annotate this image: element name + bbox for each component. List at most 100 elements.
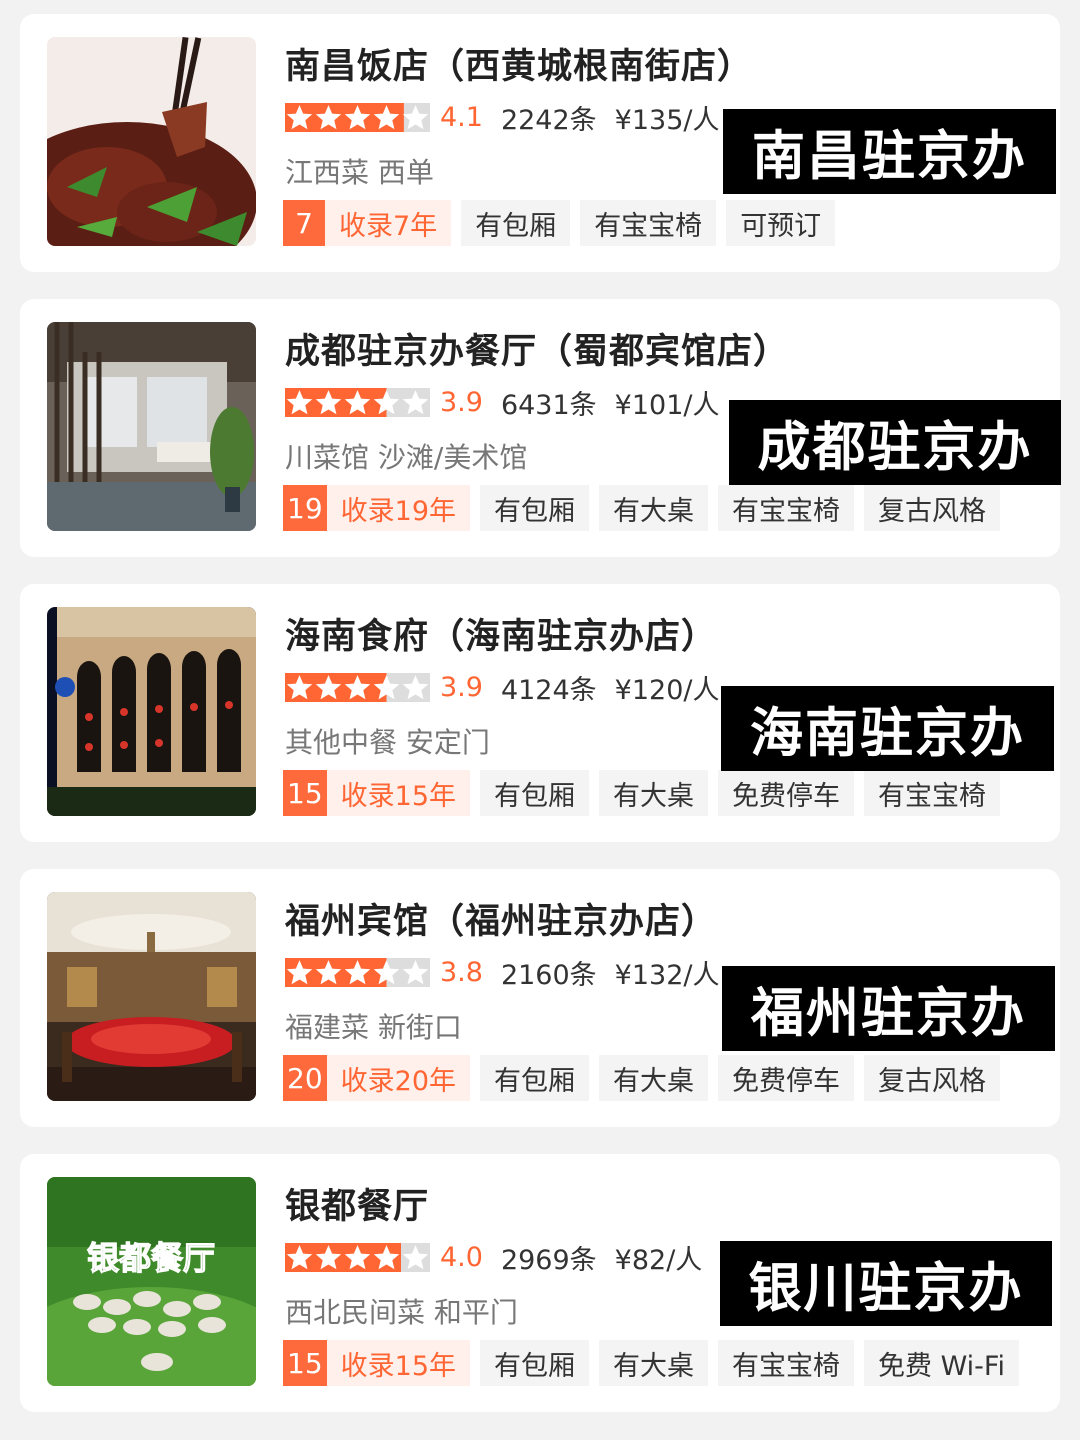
- rating-row: 4.0 2969条 ¥82/人: [285, 1240, 720, 1276]
- restaurant-photo[interactable]: [47, 322, 256, 531]
- star-icon: [343, 672, 372, 702]
- star-icon: [285, 957, 314, 987]
- review-count: 4124条: [500, 674, 597, 706]
- grassland-sheep-photo-icon: 银都餐厅: [47, 1177, 256, 1386]
- rating-row: 3.9 4124条 ¥120/人: [285, 670, 737, 706]
- star-icon: [401, 387, 430, 417]
- tag: 有宝宝椅: [718, 1340, 854, 1386]
- review-count: 2242条: [500, 104, 597, 136]
- listed-years-label: 收录20年: [340, 1065, 456, 1097]
- review-count: 6431条: [500, 389, 597, 421]
- tag: 复古风格: [864, 485, 1000, 531]
- listed-years-badge: 15 收录15年: [283, 770, 470, 816]
- category-location: 川菜馆 沙滩/美术馆: [285, 441, 528, 474]
- overlay-label: 成都驻京办: [729, 400, 1061, 485]
- star-rating: [285, 957, 430, 987]
- restaurant-photo[interactable]: [47, 892, 256, 1101]
- listed-years-badge: 15 收录15年: [283, 1340, 470, 1386]
- star-icon: [314, 957, 343, 987]
- category-location: 福建菜 新街口: [285, 1011, 462, 1044]
- star-rating: [285, 387, 430, 417]
- tag: 有包厢: [461, 200, 571, 246]
- star-icon: [372, 1242, 401, 1272]
- price-per-person: ¥101/人: [614, 389, 720, 421]
- star-icon: [372, 387, 401, 417]
- listed-years-badge: 20 收录20年: [283, 1055, 470, 1101]
- rating-score: 4.1: [440, 101, 483, 133]
- category-location: 江西菜 西单: [285, 156, 434, 189]
- restaurant-name[interactable]: 成都驻京办餐厅（蜀都宾馆店）: [285, 323, 789, 374]
- tag: 有包厢: [480, 485, 589, 531]
- listed-years-number: 19: [283, 485, 327, 531]
- star-icon: [285, 387, 314, 417]
- tag-list: 15 收录15年 有包厢 有大桌 免费停车 有宝宝椅: [283, 770, 1010, 816]
- rating-row: 4.1 2242条 ¥135/人: [285, 100, 737, 136]
- listed-years-label: 收录19年: [340, 495, 456, 527]
- listed-years-badge: 7 收录7年: [283, 200, 452, 246]
- price-per-person: ¥82/人: [614, 1244, 703, 1276]
- star-icon: [401, 1242, 430, 1272]
- tag: 免费 Wi-Fi: [864, 1340, 1019, 1386]
- tag-list: 19 收录19年 有包厢 有大桌 有宝宝椅 复古风格: [283, 485, 1010, 531]
- tag: 免费停车: [718, 1055, 854, 1101]
- listed-years-label: 收录15年: [340, 780, 456, 812]
- star-icon: [343, 102, 372, 132]
- listed-years-label: 收录7年: [339, 210, 438, 242]
- star-rating: [285, 1242, 430, 1272]
- star-icon: [372, 957, 401, 987]
- star-icon: [372, 672, 401, 702]
- interior-photo-icon: [47, 322, 256, 531]
- listed-years-badge: 19 收录19年: [283, 485, 470, 531]
- tag: 有包厢: [480, 770, 589, 816]
- listed-years-number: 15: [283, 770, 327, 816]
- overlay-label: 海南驻京办: [721, 686, 1054, 771]
- star-icon: [343, 387, 372, 417]
- price-per-person: ¥132/人: [614, 959, 720, 991]
- rating-score: 4.0: [440, 1241, 483, 1273]
- tag: 有包厢: [480, 1055, 589, 1101]
- star-icon: [343, 1242, 372, 1272]
- star-icon: [314, 672, 343, 702]
- tag: 有大桌: [599, 770, 708, 816]
- banquet-hall-photo-icon: [47, 892, 256, 1101]
- tag: 有大桌: [599, 1340, 708, 1386]
- listed-years-number: 15: [283, 1340, 327, 1386]
- price-per-person: ¥135/人: [614, 104, 720, 136]
- restaurant-name[interactable]: 海南食府（海南驻京办店）: [285, 608, 717, 659]
- star-icon: [401, 672, 430, 702]
- overlay-label: 福州驻京办: [722, 966, 1055, 1051]
- star-rating: [285, 102, 430, 132]
- rating-score: 3.8: [440, 956, 483, 988]
- star-icon: [401, 102, 430, 132]
- restaurant-photo[interactable]: 银都餐厅: [47, 1177, 256, 1386]
- restaurant-photo[interactable]: [47, 607, 256, 816]
- listed-years-number: 20: [283, 1055, 327, 1101]
- restaurant-name[interactable]: 福州宾馆（福州驻京办店）: [285, 893, 717, 944]
- tag: 可预订: [726, 200, 836, 246]
- star-icon: [372, 102, 401, 132]
- rating-row: 3.9 6431条 ¥101/人: [285, 385, 737, 421]
- star-rating: [285, 672, 430, 702]
- star-icon: [314, 102, 343, 132]
- restaurant-photo[interactable]: [47, 37, 256, 246]
- rating-score: 3.9: [440, 386, 483, 418]
- overlay-label: 南昌驻京办: [723, 109, 1056, 194]
- tag: 有包厢: [480, 1340, 589, 1386]
- restaurant-name[interactable]: 银都餐厅: [285, 1178, 429, 1229]
- tag: 有宝宝椅: [864, 770, 1000, 816]
- tag: 免费停车: [718, 770, 854, 816]
- restaurant-name[interactable]: 南昌饭店（西黄城根南街店）: [285, 38, 753, 89]
- category-location: 西北民间菜 和平门: [285, 1296, 518, 1329]
- star-icon: [285, 672, 314, 702]
- star-icon: [285, 102, 314, 132]
- star-icon: [401, 957, 430, 987]
- overlay-label: 银川驻京办: [720, 1241, 1052, 1326]
- star-icon: [314, 387, 343, 417]
- food-photo-icon: [47, 37, 256, 246]
- tag: 有大桌: [599, 485, 708, 531]
- listed-years-label: 收录15年: [340, 1350, 456, 1382]
- rating-score: 3.9: [440, 671, 483, 703]
- review-count: 2160条: [500, 959, 597, 991]
- star-icon: [285, 1242, 314, 1272]
- price-per-person: ¥120/人: [614, 674, 720, 706]
